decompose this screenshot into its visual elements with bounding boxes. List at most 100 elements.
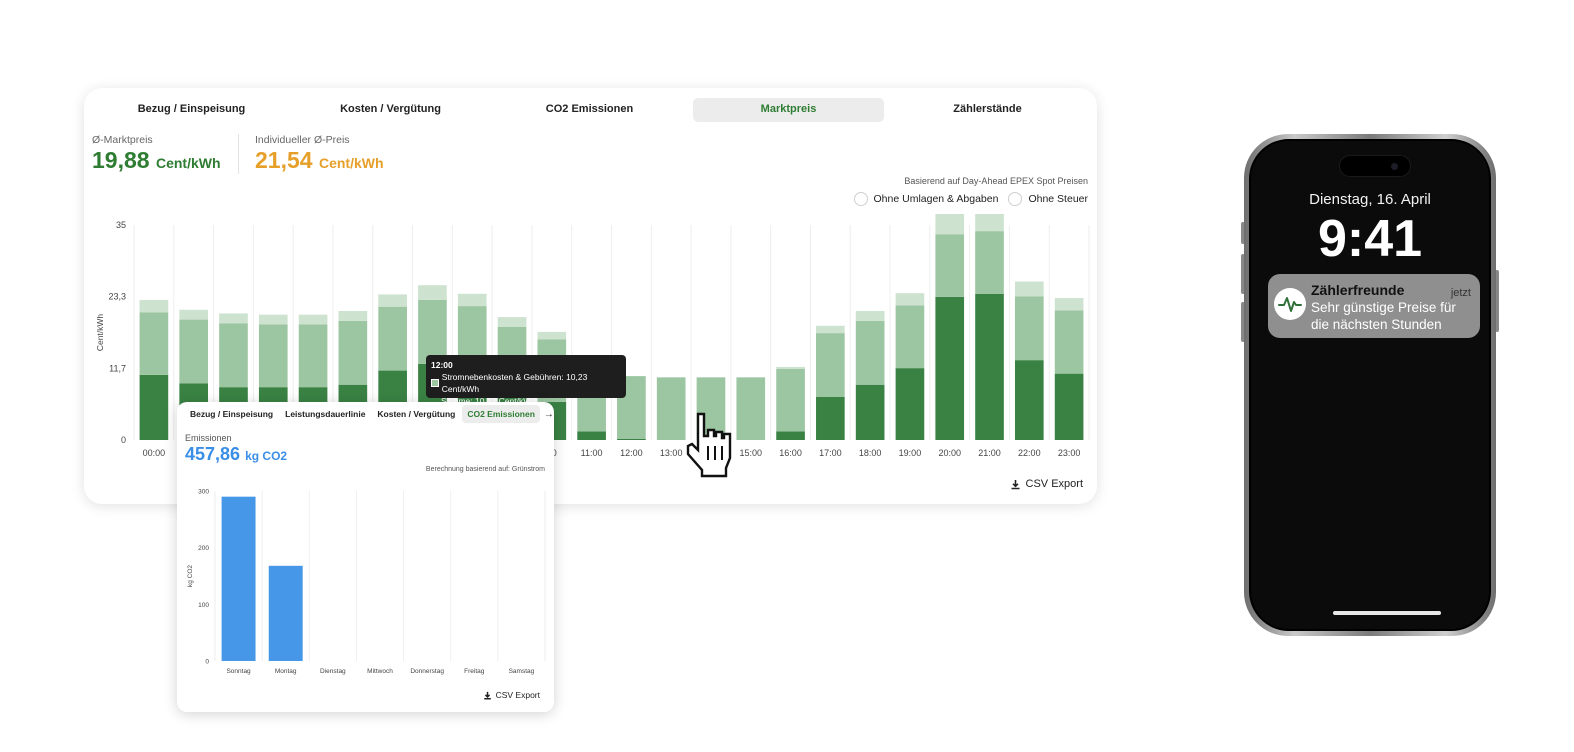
x-tick-label: 12:00 [620, 448, 643, 458]
home-indicator[interactable] [1333, 611, 1441, 615]
bar-segment-2000 [935, 214, 965, 235]
tab-marktpreis[interactable]: Marktpreis [693, 98, 884, 122]
x-tick-label: Donnerstag [410, 668, 444, 675]
tooltip-row-text: Stromnebenkosten & Gebühren: 10,23 Cent/… [441, 372, 588, 394]
y-axis-label: Cent/kWh [95, 314, 105, 352]
bar-segment-2300 [1054, 373, 1084, 440]
bar-segment-0300 [258, 314, 288, 325]
co2-emissions-chart: 0 100 200 300 kg CO2 Sonntag Montag Dienstag Mit… [187, 489, 546, 675]
price-options: Ohne Umlagen & Abgaben Ohne Steuer [853, 192, 1088, 206]
bar-segment-0100 [179, 309, 209, 320]
y-tick-label: 200 [198, 545, 209, 552]
arrow-right-icon[interactable]: → [544, 409, 554, 420]
bar-segment-0900 [497, 317, 527, 327]
x-tick-label: 16:00 [779, 448, 802, 458]
x-tick-label: Dienstag [320, 668, 346, 675]
bar-segment-1800 [855, 311, 885, 321]
emissions-value: 457,86 kg CO2 [185, 444, 287, 465]
emissions-number: 457,86 [185, 444, 241, 464]
camera-icon [1391, 163, 1398, 170]
bar-segment-0500 [338, 320, 368, 385]
em-tab-co2-emissionen[interactable]: CO2 Emissionen [462, 405, 540, 423]
emissions-card: Bezug / Einspeisung Leistungsdauerlinie … [177, 402, 554, 712]
tab-co2-emissionen[interactable]: CO2 Emissionen [494, 98, 685, 122]
bar-segment-0000 [139, 374, 169, 440]
avg-market-price-value: 19,88 Cent/kWh [92, 147, 221, 174]
notification-body: Sehr günstige Preise für die nächsten St… [1311, 300, 1456, 332]
pulse-icon [1278, 297, 1302, 312]
x-tick-label: 11:00 [581, 448, 603, 458]
download-icon [483, 691, 491, 700]
bar-segment-0000 [139, 312, 169, 375]
bar-segment-1700 [816, 397, 845, 440]
radio-ohne-steuer[interactable] [1008, 192, 1023, 206]
option-ohne-steuer[interactable]: Ohne Steuer [1008, 192, 1088, 206]
bar-segment-1500 [736, 377, 766, 440]
bar-segment-1900 [895, 368, 925, 440]
download-icon [1011, 479, 1020, 489]
hand-pointer-icon [686, 412, 732, 478]
x-tick-label: 19:00 [899, 448, 922, 458]
y-tick-label: 11,7 [109, 363, 126, 373]
em-csv-export-button[interactable]: CSV Export [483, 690, 540, 700]
avg-market-price-label: Ø-Marktpreis [92, 134, 153, 146]
em-csv-export-label: CSV Export [495, 690, 540, 700]
em-tab-bezug-einspeisung[interactable]: Bezug / Einspeisung [185, 405, 278, 423]
individual-avg-price-value: 21,54 Cent/kWh [255, 147, 384, 174]
x-tick-label: Freitag [464, 668, 485, 675]
bar-segment-1900 [895, 305, 925, 369]
bar-segment-0300 [258, 324, 288, 388]
bar-segment-0600 [378, 306, 407, 371]
tab-bezug-einspeisung[interactable]: Bezug / Einspeisung [96, 98, 287, 122]
phone-mockup: Dienstag, 16. April 9:41 Zählerfreunde j… [1244, 134, 1496, 636]
bar-segment-0400 [298, 314, 328, 325]
bar-segment-2100 [975, 293, 1004, 440]
notification-app-name: Zählerfreunde [1311, 282, 1405, 298]
bar-segment-2000 [935, 296, 965, 440]
tab-zaehlerstaende[interactable]: Zählerstände [892, 98, 1083, 122]
x-tick-label: 17:00 [819, 448, 842, 458]
bar-segment-1000 [537, 331, 567, 340]
lock-date: Dienstag, 16. April [1309, 191, 1431, 208]
chart-tooltip: 12:00 Stromnebenkosten & Gebühren: 10,23… [426, 355, 626, 406]
emissions-note: Berechnung basierend auf: Grünstrom [425, 466, 545, 473]
bar-segment-1200 [617, 438, 646, 440]
bar-segment-1100 [577, 431, 606, 440]
y-axis-label: kg CO2 [187, 565, 194, 587]
individual-avg-price-label: Individueller Ø-Preis [255, 134, 350, 146]
em-tab-leistungsdauerlinie[interactable]: Leistungsdauerlinie [280, 405, 370, 423]
notification[interactable]: Zählerfreunde jetzt Sehr günstige Preise… [1268, 274, 1480, 338]
x-tick-label: Sonntag [226, 668, 251, 675]
option-ohne-umlagen[interactable]: Ohne Umlagen & Abgaben [853, 192, 998, 206]
tooltip-row: Stromnebenkosten & Gebühren: 10,23 Cent/… [431, 371, 621, 395]
bar-segment-1600 [776, 366, 805, 369]
emissions-tab-bar: Bezug / Einspeisung Leistungsdauerlinie … [185, 405, 554, 423]
x-tick-label: 00:00 [143, 448, 166, 458]
radio-ohne-umlagen[interactable] [853, 192, 868, 206]
bar-segment-0800 [457, 293, 487, 307]
y-tick-label: 23,3 [108, 292, 126, 302]
avg-market-price: Ø-Marktpreis 19,88 Cent/kWh [92, 134, 221, 174]
bar-segment-0200 [219, 313, 248, 324]
x-tick-label: 21:00 [978, 448, 1001, 458]
bar-segment-0700 [418, 285, 447, 300]
tab-kosten-verguetung[interactable]: Kosten / Vergütung [295, 98, 486, 122]
em-tab-kosten-verguetung[interactable]: Kosten / Vergütung [372, 405, 460, 423]
bar-segment-1800 [855, 384, 885, 440]
bar-segment-0500 [338, 311, 368, 321]
avg-market-price-unit: Cent/kWh [155, 155, 221, 171]
y-tick-label: 300 [198, 489, 209, 496]
bar-segment-2200 [1014, 281, 1044, 297]
csv-export-label: CSV Export [1025, 478, 1083, 490]
bar-segment-1700 [816, 333, 845, 397]
csv-export-button[interactable]: CSV Export [1010, 478, 1083, 490]
emissions-unit: kg CO2 [245, 449, 288, 463]
avg-market-price-number: 19,88 [92, 147, 150, 173]
dynamic-island [1339, 155, 1411, 177]
bar-segment-0000 [139, 299, 169, 313]
x-tick-label: 20:00 [938, 448, 961, 458]
y-tick-label: 0 [121, 435, 126, 445]
bar-segment-0100 [179, 319, 209, 384]
bar-segment-2300 [1054, 298, 1084, 311]
stat-divider [238, 134, 239, 174]
